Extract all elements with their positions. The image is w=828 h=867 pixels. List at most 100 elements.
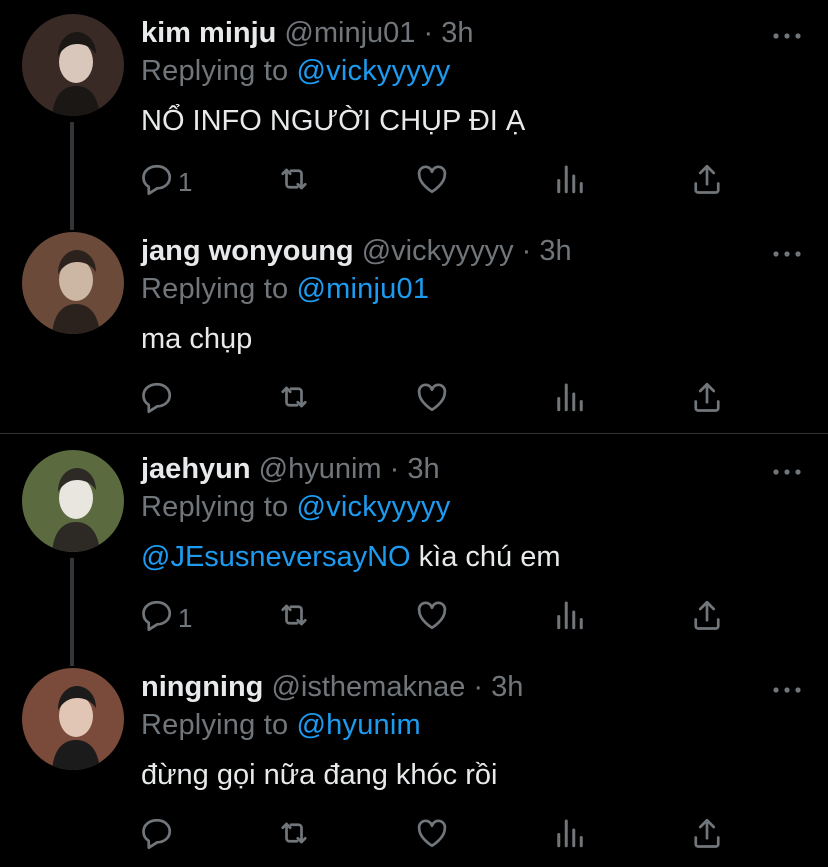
tweet-header: kim minju @minju01 · 3h xyxy=(141,14,473,52)
like-icon xyxy=(414,161,450,204)
tweet-header: ningning @isthemaknae · 3h xyxy=(141,668,523,706)
more-icon[interactable] xyxy=(772,246,802,257)
tweet-body: ma chụp xyxy=(141,323,253,355)
tweet-header: jang wonyoung @vickyyyyy · 3h xyxy=(141,232,572,270)
separator: · xyxy=(513,235,540,267)
user-handle[interactable]: @hyunim xyxy=(259,453,382,485)
analytics-button[interactable] xyxy=(552,162,588,202)
retweet-icon xyxy=(276,161,312,204)
share-button[interactable] xyxy=(689,816,725,856)
user-handle[interactable]: @vickyyyyy xyxy=(362,235,514,267)
display-name[interactable]: ningning xyxy=(141,671,263,703)
tweet-actions xyxy=(0,380,828,420)
like-icon xyxy=(414,379,450,422)
tweet-text: ma chụp xyxy=(141,320,252,358)
separator: · xyxy=(415,17,442,49)
reply-icon xyxy=(139,597,175,640)
like-button[interactable] xyxy=(414,598,450,638)
like-icon xyxy=(414,815,450,858)
avatar[interactable] xyxy=(22,14,124,116)
reply-icon xyxy=(139,379,175,422)
tweet-text: @JEsusneversayNO kìa chú em xyxy=(141,538,561,576)
replying-to-label: Replying to xyxy=(141,55,297,87)
reply-button[interactable]: 1 xyxy=(139,162,192,202)
reply-icon xyxy=(139,161,175,204)
tweet-body: kìa chú em xyxy=(410,541,561,573)
analytics-icon xyxy=(552,815,588,858)
tweet-actions: 1 xyxy=(0,162,828,202)
more-icon[interactable] xyxy=(772,682,802,693)
user-handle[interactable]: @isthemaknae xyxy=(271,671,465,703)
separator: · xyxy=(465,671,492,703)
reply-icon xyxy=(139,815,175,858)
like-button[interactable] xyxy=(414,380,450,420)
replying-to-label: Replying to xyxy=(141,273,297,305)
analytics-button[interactable] xyxy=(552,816,588,856)
retweet-icon xyxy=(276,815,312,858)
avatar-image xyxy=(22,450,124,552)
reply-to-link[interactable]: @minju01 xyxy=(297,273,430,305)
retweet-button[interactable] xyxy=(276,598,312,638)
display-name[interactable]: kim minju xyxy=(141,17,276,49)
timestamp[interactable]: 3h xyxy=(407,453,439,485)
avatar-image xyxy=(22,232,124,334)
tweet-body: NỔ INFO NGƯỜI CHỤP ĐI Ạ xyxy=(141,105,526,137)
like-icon xyxy=(414,597,450,640)
analytics-icon xyxy=(552,597,588,640)
replying-to: Replying to @minju01 xyxy=(141,270,429,308)
timestamp[interactable]: 3h xyxy=(441,17,473,49)
retweet-button[interactable] xyxy=(276,816,312,856)
tweet-header: jaehyun @hyunim · 3h xyxy=(141,450,440,488)
analytics-button[interactable] xyxy=(552,380,588,420)
analytics-icon xyxy=(552,379,588,422)
user-handle[interactable]: @minju01 xyxy=(284,17,415,49)
display-name[interactable]: jang wonyoung xyxy=(141,235,354,267)
analytics-button[interactable] xyxy=(552,598,588,638)
like-button[interactable] xyxy=(414,162,450,202)
reply-button[interactable] xyxy=(139,816,178,856)
share-button[interactable] xyxy=(689,162,725,202)
retweet-icon xyxy=(276,597,312,640)
avatar[interactable] xyxy=(22,668,124,770)
share-icon xyxy=(689,379,725,422)
more-icon[interactable] xyxy=(772,464,802,475)
reply-count: 1 xyxy=(178,166,193,197)
like-button[interactable] xyxy=(414,816,450,856)
reply-button[interactable] xyxy=(139,380,178,420)
reply-count: 1 xyxy=(178,602,193,633)
display-name[interactable]: jaehyun xyxy=(141,453,251,485)
avatar[interactable] xyxy=(22,232,124,334)
timestamp[interactable]: 3h xyxy=(539,235,571,267)
tweet-text: đừng gọi nữa đang khóc rồi xyxy=(141,756,497,794)
share-icon xyxy=(689,597,725,640)
tweet-body: đừng gọi nữa đang khóc rồi xyxy=(141,759,498,791)
timestamp[interactable]: 3h xyxy=(491,671,523,703)
reply-to-link[interactable]: @vickyyyyy xyxy=(297,491,451,523)
replying-to-label: Replying to xyxy=(141,709,297,741)
share-button[interactable] xyxy=(689,380,725,420)
reply-to-link[interactable]: @vickyyyyy xyxy=(297,55,451,87)
replying-to-label: Replying to xyxy=(141,491,297,523)
share-button[interactable] xyxy=(689,598,725,638)
conversation-divider xyxy=(0,433,828,434)
share-icon xyxy=(689,161,725,204)
retweet-icon xyxy=(276,379,312,422)
retweet-button[interactable] xyxy=(276,380,312,420)
replying-to: Replying to @vickyyyyy xyxy=(141,52,450,90)
retweet-button[interactable] xyxy=(276,162,312,202)
separator: · xyxy=(381,453,408,485)
tweet-text: NỔ INFO NGƯỜI CHỤP ĐI Ạ xyxy=(141,102,525,140)
more-icon[interactable] xyxy=(772,28,802,39)
analytics-icon xyxy=(552,161,588,204)
replying-to: Replying to @vickyyyyy xyxy=(141,488,450,526)
replying-to: Replying to @hyunim xyxy=(141,706,421,744)
reply-button[interactable]: 1 xyxy=(139,598,192,638)
tweet-actions xyxy=(0,816,828,856)
reply-to-link[interactable]: @hyunim xyxy=(297,709,421,741)
avatar[interactable] xyxy=(22,450,124,552)
avatar-image xyxy=(22,14,124,116)
tweet-actions: 1 xyxy=(0,598,828,638)
share-icon xyxy=(689,815,725,858)
mention-link[interactable]: @JEsusneversayNO xyxy=(141,541,411,573)
avatar-image xyxy=(22,668,124,770)
